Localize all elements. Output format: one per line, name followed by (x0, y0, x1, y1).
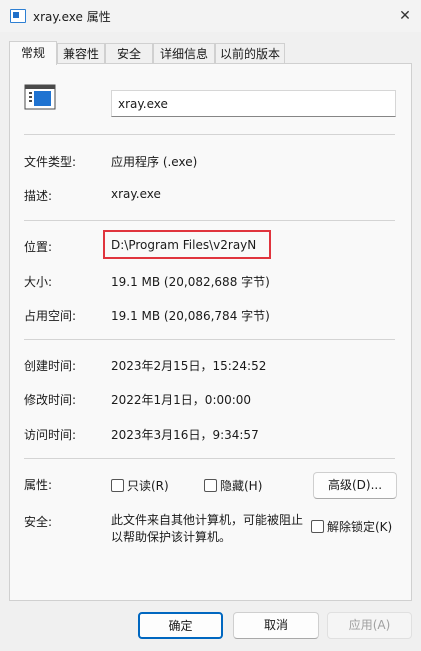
app-window-icon (10, 9, 26, 23)
readonly-checkbox[interactable]: 只读(R) (111, 478, 169, 494)
window-title: xray.exe 属性 (33, 10, 111, 24)
checkbox-box[interactable] (204, 479, 217, 492)
checkbox-box[interactable] (311, 520, 324, 533)
description-label: 描述: (24, 189, 53, 203)
separator (24, 134, 395, 135)
created-label: 创建时间: (24, 359, 77, 373)
tab-compatibility[interactable]: 兼容性 (57, 43, 105, 64)
close-icon[interactable]: ✕ (389, 0, 421, 32)
readonly-label: 只读(R) (127, 479, 169, 493)
modified-value: 2022年1月1日，0:00:00 (111, 393, 252, 407)
tab-strip: 常规 兼容性 安全 详细信息 以前的版本 (9, 41, 412, 65)
tab-details[interactable]: 详细信息 (153, 43, 215, 64)
hidden-label: 隐藏(H) (220, 479, 263, 493)
security-label: 安全: (24, 515, 53, 529)
tab-security[interactable]: 安全 (105, 43, 153, 64)
checkbox-box[interactable] (111, 479, 124, 492)
size-label: 大小: (24, 275, 53, 289)
file-type-value: 应用程序 (.exe) (111, 155, 198, 169)
executable-file-icon (24, 84, 56, 110)
accessed-label: 访问时间: (24, 428, 77, 442)
size-value: 19.1 MB (20,082,688 字节) (111, 275, 270, 289)
accessed-value: 2023年3月16日，9:34:57 (111, 428, 259, 442)
cancel-button[interactable]: 取消 (233, 612, 319, 639)
location-label: 位置: (24, 240, 53, 254)
file-name-input[interactable] (111, 90, 396, 117)
unblock-checkbox[interactable]: 解除锁定(K) (311, 519, 392, 535)
description-value: xray.exe (111, 187, 161, 201)
created-value: 2023年2月15日，15:24:52 (111, 359, 267, 373)
advanced-button[interactable]: 高级(D)... (313, 472, 397, 499)
ok-button[interactable]: 确定 (138, 612, 223, 639)
apply-button[interactable]: 应用(A) (327, 612, 412, 639)
separator (24, 458, 395, 459)
hidden-checkbox[interactable]: 隐藏(H) (204, 478, 262, 494)
unblock-label: 解除锁定(K) (327, 520, 393, 534)
separator (24, 339, 395, 340)
general-panel: 文件类型: 应用程序 (.exe) 描述: xray.exe 位置: D:\Pr… (9, 63, 412, 601)
tab-previous-versions[interactable]: 以前的版本 (215, 43, 285, 64)
size-on-disk-value: 19.1 MB (20,086,784 字节) (111, 309, 270, 323)
location-value: D:\Program Files\v2rayN (111, 238, 257, 252)
size-on-disk-label: 占用空间: (24, 309, 77, 323)
attributes-label: 属性: (24, 478, 53, 492)
file-type-label: 文件类型: (24, 155, 77, 169)
modified-label: 修改时间: (24, 393, 77, 407)
tab-general[interactable]: 常规 (9, 41, 57, 65)
security-message: 此文件来自其他计算机，可能被阻止以帮助保护该计算机。 (111, 513, 304, 544)
title-bar: xray.exe 属性 ✕ (0, 0, 421, 32)
separator (24, 220, 395, 221)
